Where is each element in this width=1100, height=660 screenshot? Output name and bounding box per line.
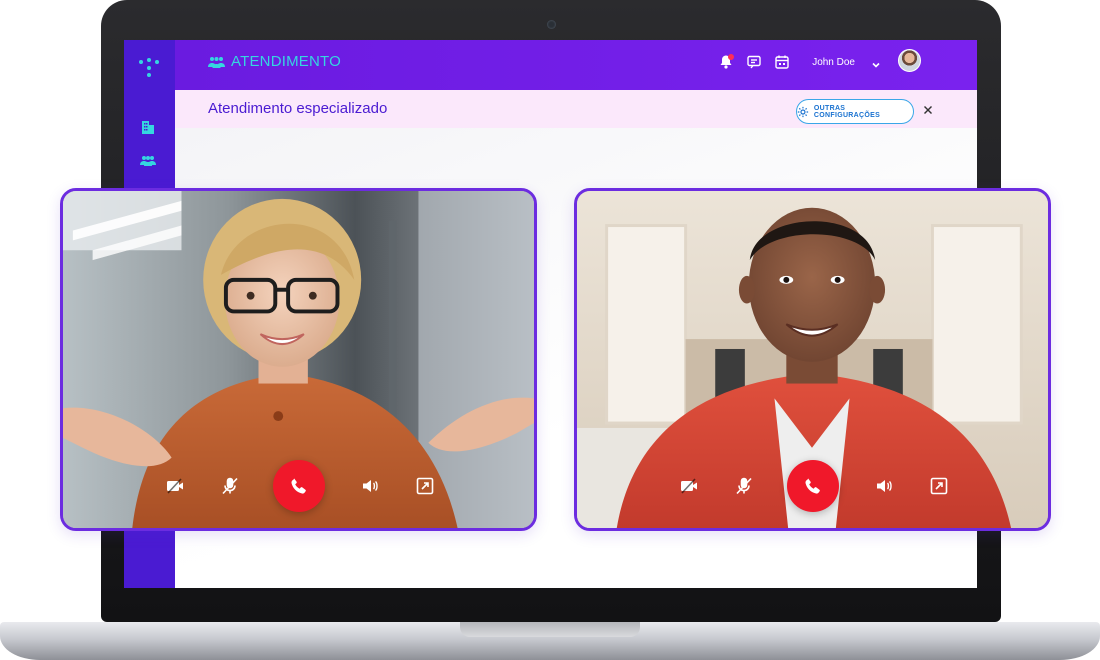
building-icon[interactable] (140, 120, 156, 134)
brand-title: ATENDIMENTO (208, 53, 341, 70)
close-icon[interactable] (922, 103, 934, 115)
user-name[interactable]: John Doe (812, 57, 855, 68)
video-tile-right[interactable] (574, 188, 1051, 531)
users-icon (208, 56, 225, 68)
laptop-mockup: ATENDIMENTO John Doe Atendimento especia… (0, 0, 1100, 660)
gear-icon (797, 106, 809, 117)
users-icon[interactable] (140, 154, 156, 168)
speaker-icon[interactable] (873, 475, 895, 497)
hangup-button[interactable] (273, 460, 325, 512)
other-settings-label: OUTRAS CONFIGURAÇÕES (813, 104, 881, 119)
app-logo[interactable] (137, 58, 161, 80)
avatar[interactable] (898, 49, 921, 72)
chevron-down-icon[interactable] (871, 57, 881, 68)
page-title: Atendimento especializado (208, 100, 388, 117)
chat-icon[interactable] (746, 54, 762, 70)
laptop-notch (460, 622, 640, 637)
calendar-icon[interactable] (774, 54, 790, 70)
speaker-icon[interactable] (359, 475, 381, 497)
expand-icon[interactable] (414, 475, 436, 497)
top-bar: ATENDIMENTO John Doe (175, 40, 977, 90)
call-controls (577, 460, 1048, 512)
brand-label: ATENDIMENTO (231, 53, 341, 70)
call-controls (63, 460, 534, 512)
phone-icon (291, 478, 306, 494)
sub-header: Atendimento especializado OUTRAS CONFIGU… (175, 90, 977, 128)
video-tile-left[interactable] (60, 188, 537, 531)
camera-off-icon[interactable] (678, 475, 700, 497)
hangup-button[interactable] (787, 460, 839, 512)
mic-off-icon[interactable] (219, 475, 241, 497)
mic-off-icon[interactable] (733, 475, 755, 497)
expand-icon[interactable] (928, 475, 950, 497)
bell-icon[interactable] (718, 54, 735, 70)
webcam (547, 20, 556, 29)
other-settings-button[interactable]: OUTRAS CONFIGURAÇÕES (796, 99, 914, 124)
camera-off-icon[interactable] (164, 475, 186, 497)
phone-icon (805, 478, 820, 494)
top-actions: John Doe (718, 54, 881, 70)
